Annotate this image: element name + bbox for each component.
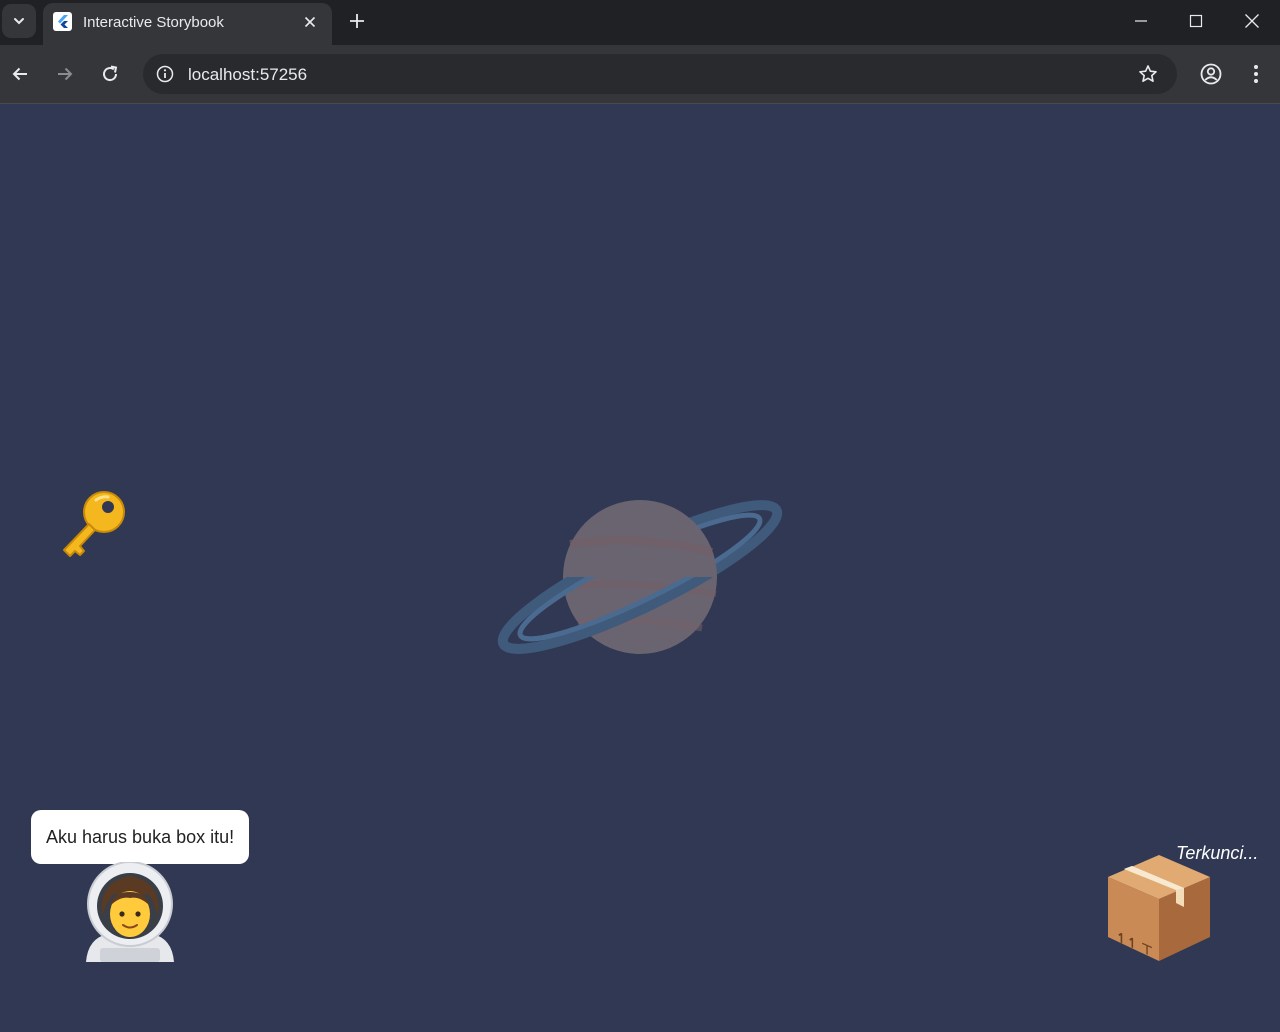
minimize-button[interactable]: [1113, 0, 1169, 42]
browser-toolbar: localhost:57256: [0, 45, 1280, 104]
reload-button[interactable]: [95, 59, 125, 89]
maximize-icon: [1189, 14, 1203, 28]
window-close-button[interactable]: [1224, 0, 1280, 42]
profile-button[interactable]: [1196, 59, 1226, 89]
maximize-button[interactable]: [1168, 0, 1224, 42]
tab-title: Interactive Storybook: [83, 14, 224, 31]
storybook-scene: Aku harus buka box itu! Terkunci... ↿↿ ⊤: [0, 104, 1280, 1032]
close-icon: [1245, 14, 1259, 28]
close-icon: [304, 16, 316, 28]
flutter-favicon-icon: [53, 12, 72, 31]
tab-strip: Interactive Storybook: [0, 0, 1280, 45]
site-info-icon[interactable]: [155, 64, 175, 84]
minimize-icon: [1135, 20, 1147, 22]
tab-close-button[interactable]: [300, 12, 320, 32]
astronaut-icon[interactable]: [80, 862, 180, 962]
tab-search-button[interactable]: [2, 4, 36, 38]
speech-bubble: Aku harus buka box itu!: [31, 810, 250, 864]
arrow-right-icon: [58, 67, 73, 81]
more-vert-icon: [1254, 65, 1258, 83]
chevron-down-icon: [14, 18, 24, 25]
menu-button[interactable]: [1241, 59, 1271, 89]
package-icon[interactable]: ↿↿ ⊤: [1104, 849, 1214, 963]
back-button[interactable]: [5, 59, 35, 89]
forward-button[interactable]: [50, 59, 80, 89]
planet-icon[interactable]: [490, 494, 790, 660]
arrow-left-icon: [12, 67, 27, 81]
account-circle-icon: [1200, 63, 1222, 85]
key-icon[interactable]: [56, 484, 132, 560]
tab-active[interactable]: Interactive Storybook: [43, 3, 332, 45]
reload-icon: [103, 65, 118, 82]
address-bar[interactable]: localhost:57256: [143, 54, 1177, 94]
new-tab-button[interactable]: [344, 8, 370, 34]
plus-icon: [350, 14, 364, 28]
bookmark-star-icon[interactable]: [1137, 63, 1159, 85]
url-text[interactable]: localhost:57256: [188, 65, 307, 85]
